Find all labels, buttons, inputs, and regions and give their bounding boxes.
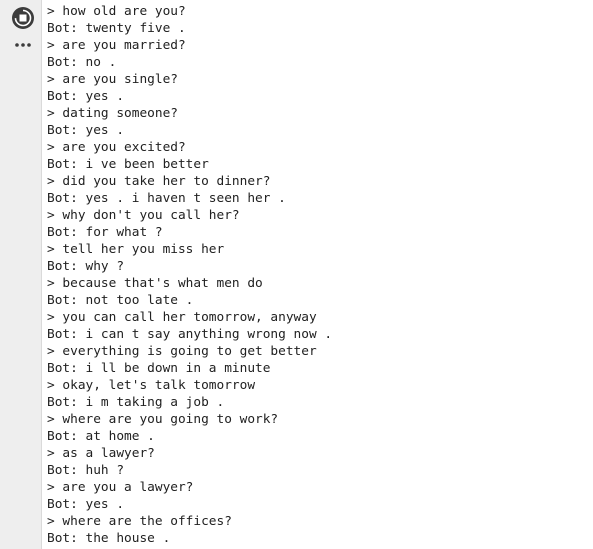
output-line: Bot: no . bbox=[47, 55, 117, 70]
output-line: > are you excited? bbox=[47, 140, 186, 155]
console-output: > how old are you? Bot: twenty five . > ar… bbox=[47, 3, 593, 547]
output-line: Bot: at home . bbox=[47, 429, 155, 444]
output-line: Bot: i m taking a job . bbox=[47, 395, 225, 410]
stop-circle-icon[interactable] bbox=[11, 6, 35, 30]
cell-gutter bbox=[0, 0, 42, 549]
output-line: > are you single? bbox=[47, 72, 178, 87]
output-line: Bot: yes . bbox=[47, 497, 125, 512]
output-line: Bot: yes . bbox=[47, 89, 125, 104]
output-line: Bot: not too late . bbox=[47, 293, 194, 308]
ellipsis-icon[interactable] bbox=[13, 40, 33, 50]
output-line: > as a lawyer? bbox=[47, 446, 155, 461]
output-line: > are you married? bbox=[47, 38, 186, 53]
output-line: Bot: i can t say anything wrong now . bbox=[47, 327, 333, 342]
output-line: > because that's what men do bbox=[47, 276, 263, 291]
output-line: > dating someone? bbox=[47, 106, 178, 121]
output-line: > where are the offices? bbox=[47, 514, 232, 529]
output-line: Bot: why ? bbox=[47, 259, 125, 274]
notebook-cell-output: > how old are you? Bot: twenty five . > ar… bbox=[0, 0, 593, 549]
output-line: > why don't you call her? bbox=[47, 208, 240, 223]
output-line: Bot: the house . bbox=[47, 531, 171, 546]
output-line: > did you take her to dinner? bbox=[47, 174, 271, 189]
output-line: > everything is going to get better bbox=[47, 344, 317, 359]
output-line: > okay, let's talk tomorrow bbox=[47, 378, 256, 393]
output-line: > you can call her tomorrow, anyway bbox=[47, 310, 317, 325]
output-line: > tell her you miss her bbox=[47, 242, 225, 257]
output-line: > where are you going to work? bbox=[47, 412, 279, 427]
output-line: Bot: yes . i haven t seen her . bbox=[47, 191, 286, 206]
output-line: Bot: huh ? bbox=[47, 463, 125, 478]
output-line: Bot: twenty five . bbox=[47, 21, 186, 36]
output-line: Bot: yes . bbox=[47, 123, 125, 138]
output-line: > how old are you? bbox=[47, 4, 186, 19]
output-line: Bot: i ve been better bbox=[47, 157, 209, 172]
output-line: > are you a lawyer? bbox=[47, 480, 194, 495]
output-line: Bot: for what ? bbox=[47, 225, 163, 240]
output-line: Bot: i ll be down in a minute bbox=[47, 361, 271, 376]
